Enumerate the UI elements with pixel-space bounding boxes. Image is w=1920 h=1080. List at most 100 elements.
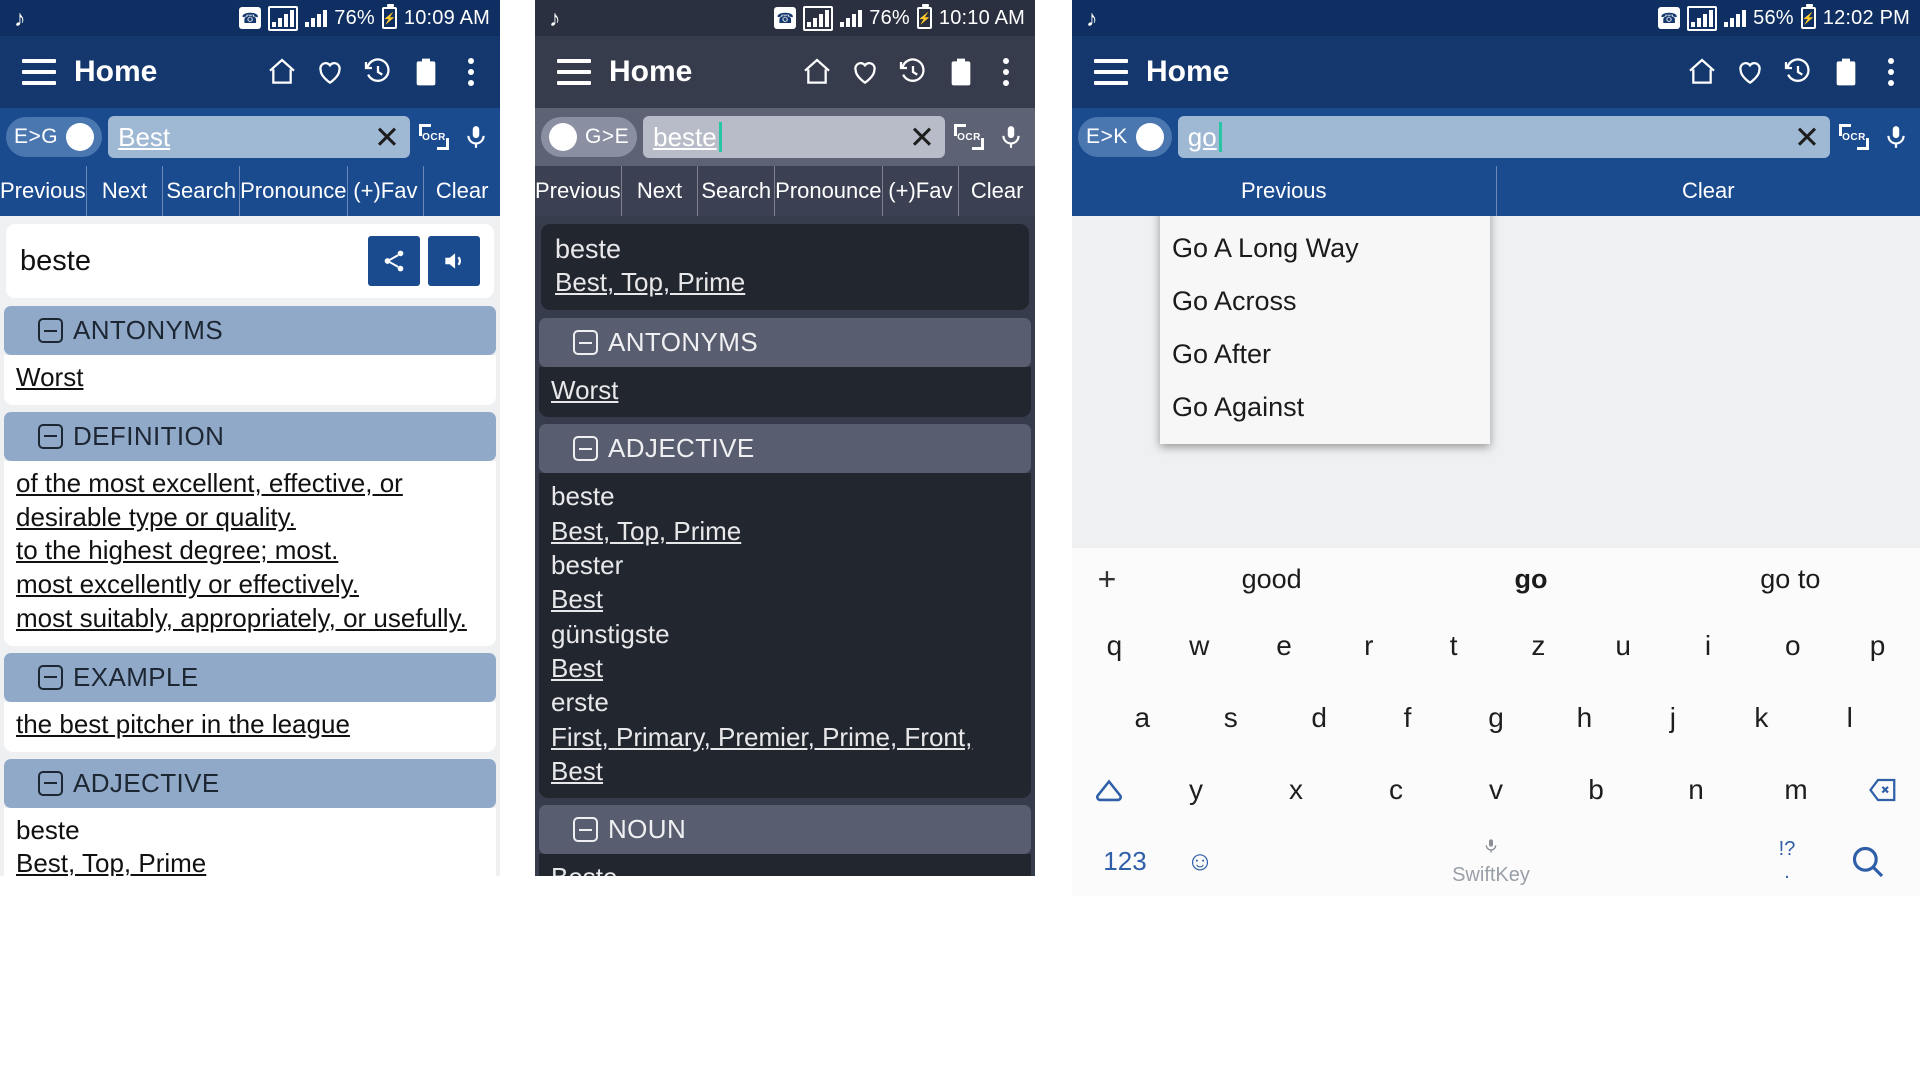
key-d[interactable]: d <box>1275 702 1363 734</box>
share-icon[interactable] <box>368 236 420 286</box>
clear-icon[interactable]: ✕ <box>909 122 935 153</box>
definition-line[interactable]: desirable type or quality. <box>16 502 296 532</box>
collapse-icon[interactable] <box>38 318 63 343</box>
clear-icon[interactable]: ✕ <box>374 122 400 153</box>
overflow-menu-icon[interactable] <box>993 58 1019 86</box>
microphone-icon[interactable] <box>1878 122 1914 152</box>
ocr-icon[interactable]: OCR <box>951 124 987 150</box>
clear-icon[interactable]: ✕ <box>1794 122 1820 153</box>
emoji-icon[interactable]: ☺ <box>1170 846 1230 877</box>
key-m[interactable]: m <box>1746 774 1846 806</box>
history-icon[interactable] <box>897 56 929 88</box>
key-v[interactable]: v <box>1446 774 1546 806</box>
overflow-menu-icon[interactable] <box>1878 58 1904 86</box>
hamburger-menu-icon[interactable] <box>22 59 56 85</box>
translations[interactable]: First, Primary, Premier, Prime, Front, B… <box>551 722 972 786</box>
collapse-icon[interactable] <box>573 330 598 356</box>
prediction-item[interactable]: go <box>1401 564 1660 595</box>
word-link[interactable]: Worst <box>551 375 618 405</box>
overflow-menu-icon[interactable] <box>458 58 484 86</box>
clipboard-icon[interactable] <box>410 56 442 88</box>
definition-line[interactable]: to the highest degree; most. <box>16 535 338 565</box>
prediction-item[interactable]: good <box>1142 564 1401 595</box>
language-toggle[interactable]: G>E <box>541 117 638 157</box>
section-header[interactable]: ADJECTIVE <box>4 758 496 808</box>
section-header[interactable]: NOUN <box>539 805 1031 855</box>
toggle-knob[interactable] <box>1135 123 1164 151</box>
history-icon[interactable] <box>1782 56 1814 88</box>
translations[interactable]: Best, Top, Prime <box>16 848 206 876</box>
key-o[interactable]: o <box>1750 630 1835 662</box>
language-toggle[interactable]: E>G <box>6 117 103 157</box>
clear-button[interactable]: Clear <box>1495 166 1920 216</box>
translations[interactable]: Best, Top, Prime <box>555 267 745 297</box>
microphone-icon[interactable] <box>993 122 1029 152</box>
key-i[interactable]: i <box>1666 630 1751 662</box>
heart-icon[interactable] <box>1734 56 1766 88</box>
clipboard-icon[interactable] <box>1830 56 1862 88</box>
clear-button[interactable]: Clear <box>958 166 1035 216</box>
search-input[interactable]: Best ✕ <box>108 116 410 158</box>
key-w[interactable]: w <box>1157 630 1242 662</box>
prediction-item[interactable]: go to <box>1661 564 1920 595</box>
home-icon[interactable] <box>266 56 298 88</box>
previous-button[interactable]: Previous <box>1072 166 1496 216</box>
key-x[interactable]: x <box>1246 774 1346 806</box>
search-input[interactable]: go ✕ <box>1177 116 1830 158</box>
key-e[interactable]: e <box>1242 630 1327 662</box>
pronounce-button[interactable]: Pronounce <box>239 166 347 216</box>
home-icon[interactable] <box>801 56 833 88</box>
home-icon[interactable] <box>1686 56 1718 88</box>
speaker-icon[interactable] <box>428 236 480 286</box>
key-j[interactable]: j <box>1629 702 1717 734</box>
numeric-key[interactable]: 123 <box>1080 846 1170 877</box>
key-u[interactable]: u <box>1581 630 1666 662</box>
history-icon[interactable] <box>362 56 394 88</box>
key-p[interactable]: p <box>1835 630 1920 662</box>
collapse-icon[interactable] <box>38 664 63 690</box>
key-k[interactable]: k <box>1717 702 1805 734</box>
key-f[interactable]: f <box>1363 702 1451 734</box>
next-button[interactable]: Next <box>620 166 698 216</box>
section-header[interactable]: EXAMPLE <box>4 652 496 702</box>
translations[interactable]: Best, Top, Prime <box>551 516 741 546</box>
definition-line[interactable]: of the most excellent, effective, or <box>16 468 403 498</box>
pronounce-button[interactable]: Pronounce <box>774 166 882 216</box>
microphone-icon[interactable] <box>1483 836 1499 862</box>
section-header[interactable]: DEFINITION <box>4 411 496 461</box>
key-a[interactable]: a <box>1098 702 1186 734</box>
key-t[interactable]: t <box>1411 630 1496 662</box>
previous-button[interactable]: Previous <box>0 166 86 216</box>
suggestion-item[interactable]: Go Across <box>1160 275 1490 328</box>
translations[interactable]: Best <box>551 584 603 614</box>
search-button[interactable]: Search <box>697 166 774 216</box>
microphone-icon[interactable] <box>458 122 494 152</box>
toggle-knob[interactable] <box>66 123 95 151</box>
key-b[interactable]: b <box>1546 774 1646 806</box>
section-header[interactable]: ANTONYMS <box>539 318 1031 368</box>
definition-line[interactable]: most excellently or effectively. <box>16 569 359 599</box>
toggle-knob[interactable] <box>549 123 577 151</box>
collapse-icon[interactable] <box>38 423 63 449</box>
add-favorite-button[interactable]: (+)Fav <box>346 166 424 216</box>
suggestion-item[interactable]: Go Against <box>1160 381 1490 434</box>
space-key[interactable]: SwiftKey <box>1230 836 1752 887</box>
section-header[interactable]: ANTONYMS <box>4 306 496 355</box>
ocr-icon[interactable]: OCR <box>1836 124 1872 150</box>
key-y[interactable]: y <box>1146 774 1246 806</box>
language-toggle[interactable]: E>K <box>1078 117 1172 157</box>
definition-line[interactable]: most suitably, appropriately, or usefull… <box>16 603 467 633</box>
backspace-icon[interactable] <box>1846 775 1920 805</box>
key-q[interactable]: q <box>1072 630 1157 662</box>
punctuation-key[interactable]: !? . <box>1752 838 1822 884</box>
suggestion-item[interactable]: Go A Long Way <box>1160 222 1490 275</box>
word-link[interactable]: Worst <box>16 362 83 392</box>
key-n[interactable]: n <box>1646 774 1746 806</box>
example-line[interactable]: the best pitcher in the league <box>16 709 350 739</box>
translations[interactable]: Best <box>551 653 603 683</box>
key-s[interactable]: s <box>1186 702 1274 734</box>
search-input[interactable]: beste ✕ <box>643 116 945 158</box>
clipboard-icon[interactable] <box>945 56 977 88</box>
heart-icon[interactable] <box>314 56 346 88</box>
collapse-icon[interactable] <box>573 817 598 843</box>
